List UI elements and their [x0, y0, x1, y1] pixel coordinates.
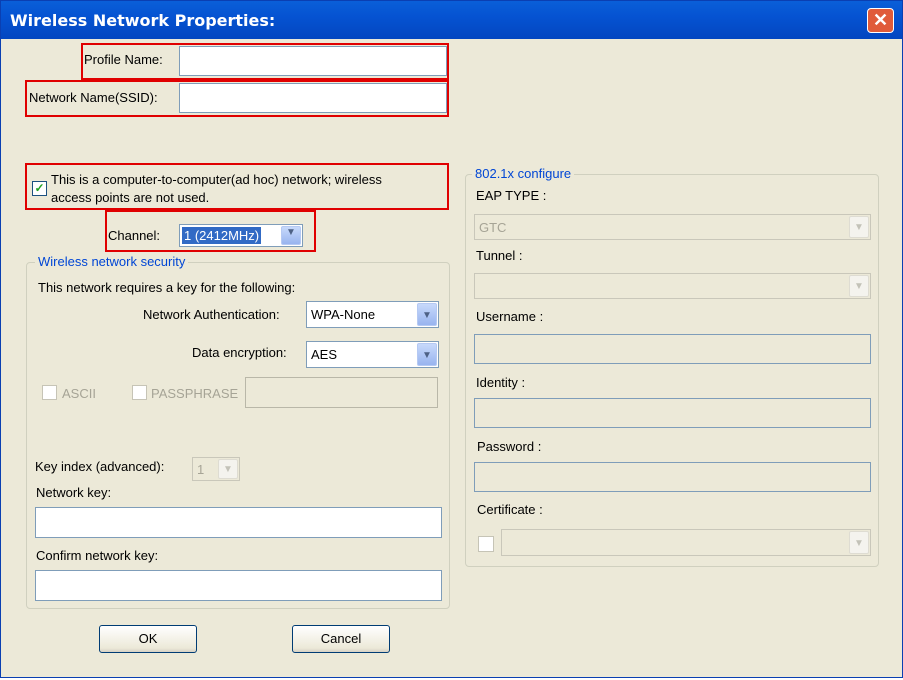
eap-type-select[interactable]: GTC ▼ [474, 214, 871, 240]
chevron-down-icon[interactable]: ▼ [849, 275, 869, 297]
adhoc-text-line2: access points are not used. [51, 190, 210, 205]
close-icon: ✕ [872, 10, 889, 30]
auth-label: Network Authentication: [143, 307, 280, 322]
security-group-title: Wireless network security [35, 254, 189, 269]
adhoc-text-line1: This is a computer-to-computer(ad hoc) n… [51, 172, 382, 187]
network-key-input[interactable] [35, 507, 442, 538]
eap-type-value: GTC [479, 220, 507, 235]
adhoc-checkbox[interactable]: ✓ [32, 181, 47, 196]
passphrase-input[interactable] [245, 377, 438, 408]
profile-name-label: Profile Name: [84, 52, 163, 67]
dialog-body: Profile Name: Network Name(SSID): ✓ This… [5, 39, 899, 675]
dialog-window: Wireless Network Properties: ✕ Profile N… [0, 0, 903, 678]
chevron-down-icon[interactable]: ▼ [417, 303, 437, 326]
certificate-select[interactable]: ▼ [501, 529, 871, 556]
channel-select[interactable]: 1 (2412MHz) ▼ [179, 224, 303, 247]
security-intro: This network requires a key for the foll… [38, 280, 296, 295]
chevron-down-icon[interactable]: ▼ [417, 343, 437, 366]
network-key-label: Network key: [36, 485, 112, 500]
identity-input[interactable] [474, 398, 871, 428]
title-bar[interactable]: Wireless Network Properties: ✕ [1, 1, 902, 39]
auth-value: WPA-None [311, 307, 376, 322]
ascii-label: ASCII [62, 386, 96, 401]
window-title: Wireless Network Properties: [10, 11, 276, 30]
chevron-down-icon[interactable]: ▼ [281, 226, 301, 245]
passphrase-label: PASSPHRASE [151, 386, 239, 401]
key-index-label: Key index (advanced): [35, 459, 165, 474]
ssid-label: Network Name(SSID): [29, 90, 158, 105]
dot1x-group-title: 802.1x configure [472, 166, 575, 181]
username-label: Username : [476, 309, 544, 324]
channel-value: 1 (2412MHz) [182, 227, 262, 244]
encryption-select[interactable]: AES ▼ [306, 341, 439, 368]
key-index-value: 1 [197, 462, 205, 477]
close-button[interactable]: ✕ [867, 8, 894, 33]
ascii-checkbox[interactable] [42, 385, 57, 400]
key-index-select[interactable]: 1 ▼ [192, 457, 240, 481]
ssid-input[interactable] [179, 83, 447, 113]
password-input[interactable] [474, 462, 871, 492]
identity-label: Identity : [476, 375, 526, 390]
certificate-checkbox[interactable] [478, 536, 494, 552]
encryption-value: AES [311, 347, 338, 362]
chevron-down-icon[interactable]: ▼ [849, 216, 869, 238]
channel-label: Channel: [108, 228, 161, 243]
chevron-down-icon[interactable]: ▼ [218, 459, 238, 479]
confirm-key-input[interactable] [35, 570, 442, 601]
eap-type-label: EAP TYPE : [476, 188, 547, 203]
tunnel-select[interactable]: ▼ [474, 273, 871, 299]
tunnel-label: Tunnel : [476, 248, 523, 263]
certificate-label: Certificate : [477, 502, 543, 517]
auth-select[interactable]: WPA-None ▼ [306, 301, 439, 328]
cancel-button[interactable]: Cancel [292, 625, 390, 653]
checkmark-icon: ✓ [34, 181, 45, 195]
encryption-label: Data encryption: [192, 345, 287, 360]
ok-button[interactable]: OK [99, 625, 197, 653]
password-label: Password : [477, 439, 542, 454]
profile-name-input[interactable] [179, 46, 447, 76]
passphrase-checkbox[interactable] [132, 385, 147, 400]
chevron-down-icon[interactable]: ▼ [849, 531, 869, 554]
username-input[interactable] [474, 334, 871, 364]
confirm-key-label: Confirm network key: [36, 548, 159, 563]
